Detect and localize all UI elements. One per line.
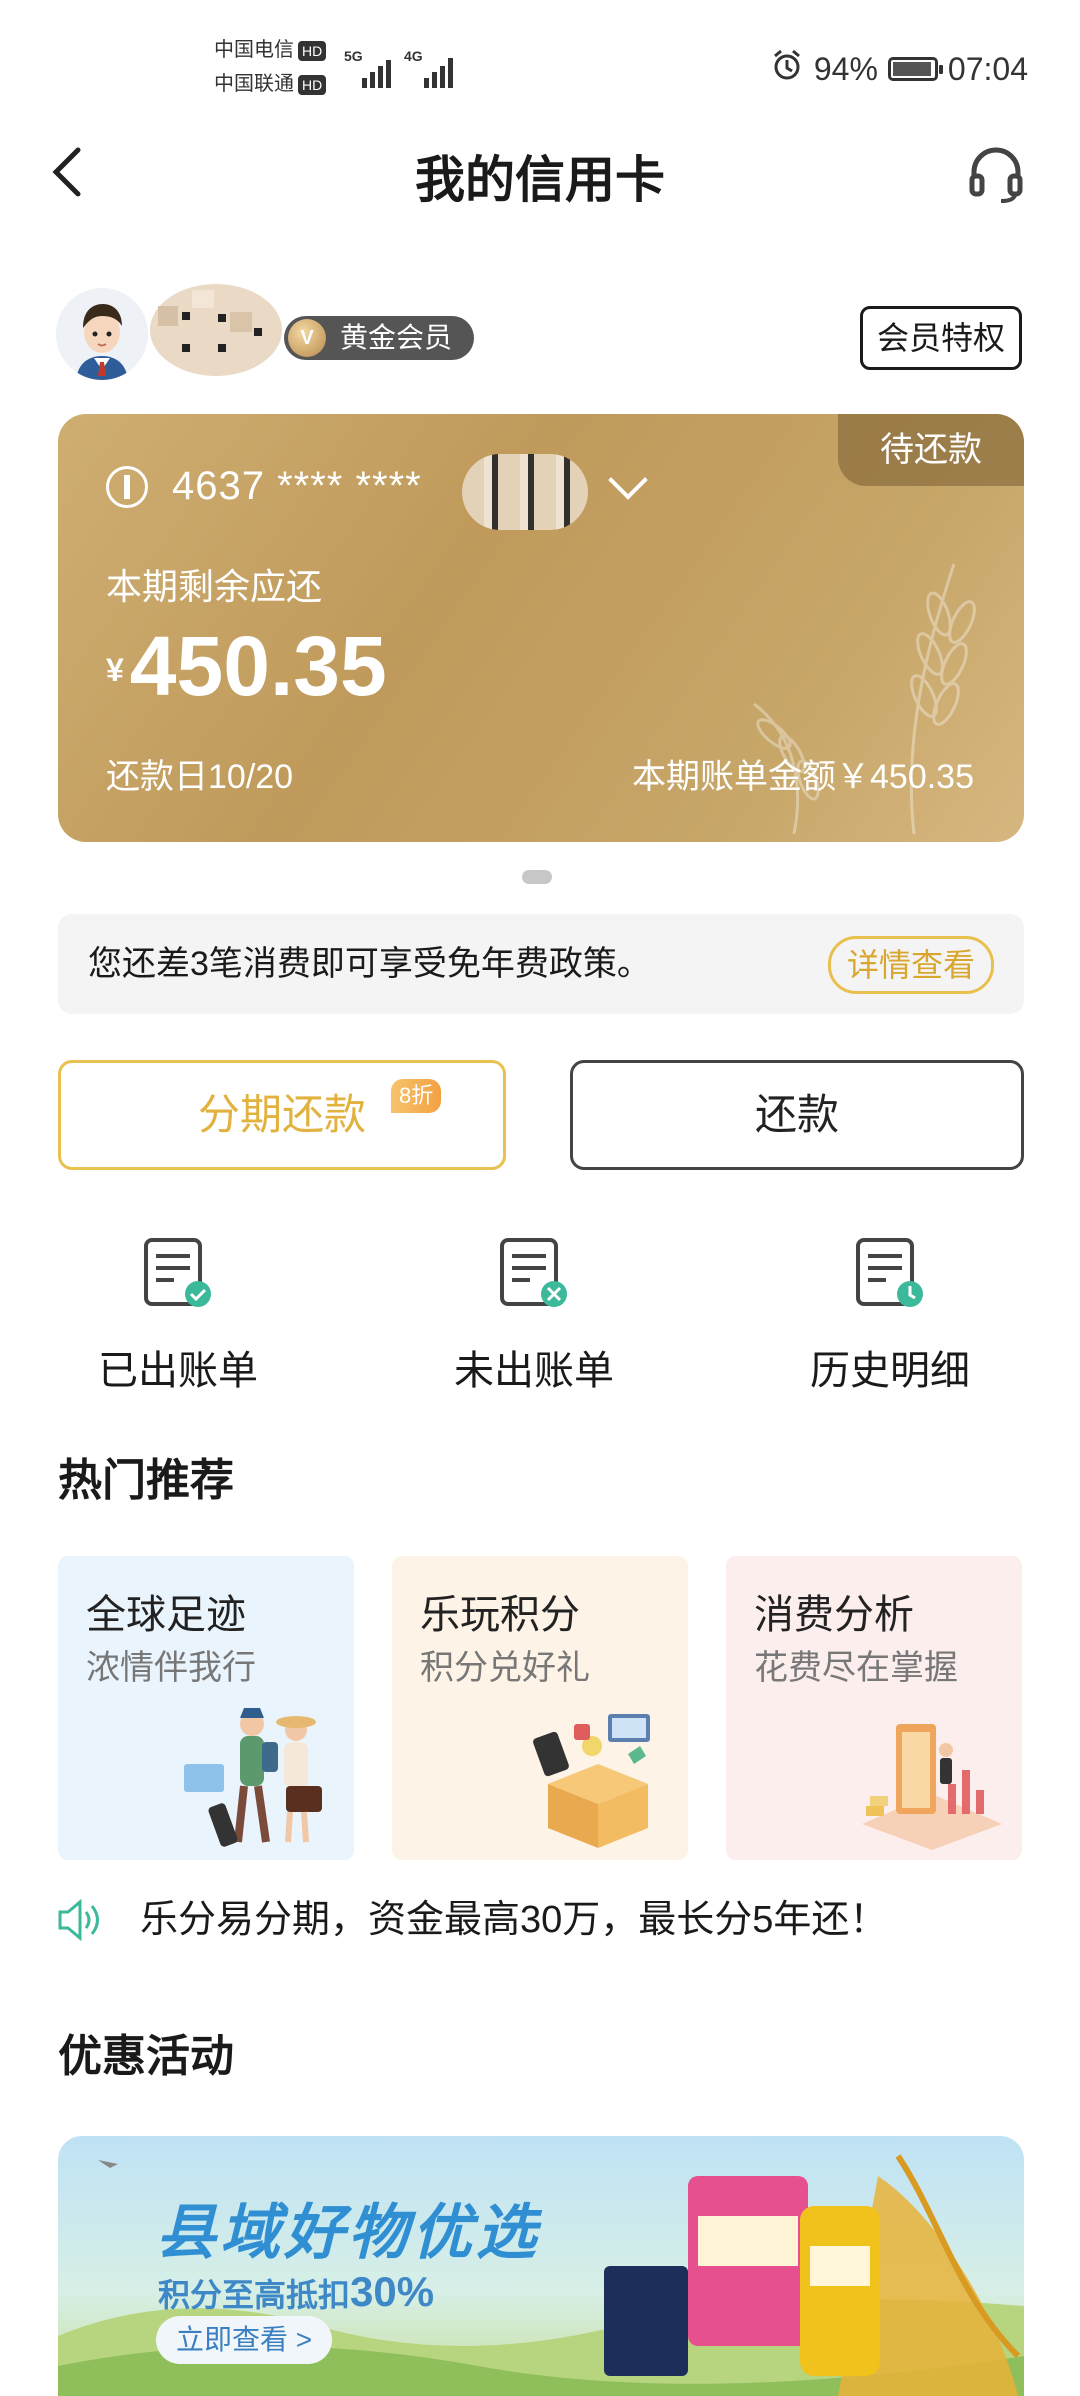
repay-button[interactable]: 还款 — [570, 1060, 1024, 1170]
quick-link-issued-bill[interactable]: 已出账单 — [28, 1234, 328, 1396]
quick-link-label: 已出账单 — [98, 1349, 258, 1393]
travelers-illustration-icon — [184, 1708, 322, 1847]
promo-card-global-footprint[interactable]: 全球足迹 浓情伴我行 — [58, 1556, 354, 1860]
remaining-label: 本期剩余应还 — [106, 566, 323, 607]
quick-link-label: 未出账单 — [454, 1349, 614, 1393]
mosaic-icon — [150, 284, 282, 376]
net-4g-label: 4G — [404, 48, 423, 64]
battery-icon — [887, 57, 943, 81]
remaining-amount-value: 450.35 — [129, 619, 387, 713]
member-privilege-button[interactable]: 会员特权 — [859, 306, 1022, 370]
currency-symbol: ¥ — [106, 652, 124, 688]
alarm-icon — [770, 48, 804, 90]
battery-percent: 94% — [813, 50, 878, 87]
promo-subtitle: 浓情伴我行 — [86, 1649, 256, 1687]
installment-repay-button[interactable]: 分期还款 8折 — [58, 1060, 506, 1170]
card-number-mosaic — [462, 454, 588, 530]
hd-badge-2: HD — [298, 75, 327, 95]
banner-subtitle-prefix: 积分至高抵扣 — [158, 2277, 351, 2313]
status-right: 94% 07:04 — [770, 48, 1028, 90]
hd-badge: HD — [298, 41, 327, 61]
carrier-1-name: 中国电信 — [214, 39, 294, 61]
promo-title: 全球足迹 — [86, 1593, 246, 1637]
section-title-hot: 热门推荐 — [58, 1456, 234, 1505]
history-icon — [850, 1234, 930, 1314]
view-details-button[interactable]: 详情查看 — [827, 936, 994, 994]
bank-logo-icon — [106, 465, 148, 508]
carousel-indicator — [522, 870, 552, 884]
quick-link-unissued-bill[interactable]: 未出账单 — [384, 1234, 684, 1396]
card-number: 4637 **** **** — [172, 464, 422, 508]
banner-subtitle: 积分至高抵扣30% — [158, 2268, 434, 2316]
analysis-illustration-icon — [862, 1724, 1002, 1850]
status-bar: 中国电信 HD 中国联通 HD 5G 4G 94% 07:04 — [0, 0, 1080, 130]
gift-box-illustration-icon — [533, 1714, 650, 1848]
customer-service-button[interactable] — [964, 142, 1028, 206]
quick-link-history[interactable]: 历史明细 — [740, 1234, 1040, 1396]
promo-subtitle: 花费尽在掌握 — [754, 1649, 958, 1687]
page-title: 我的信用卡 — [415, 152, 665, 208]
offer-banner[interactable]: 县域好物优选 积分至高抵扣30% 立即查看 > — [58, 2136, 1024, 2396]
carrier-2: 中国联通 HD — [214, 68, 327, 100]
headset-icon — [969, 147, 1023, 203]
user-avatar-icon — [56, 288, 148, 380]
promo-title: 乐玩积分 — [420, 1593, 580, 1637]
username-masked — [148, 282, 284, 378]
bill-issued-icon — [138, 1234, 218, 1314]
signal-5g-icon: 5G — [344, 48, 394, 88]
promo-subtitle: 积分兑好礼 — [420, 1649, 590, 1687]
avatar[interactable] — [56, 288, 148, 380]
due-date: 还款日10/20 — [106, 758, 294, 796]
announcement-ticker[interactable]: 乐分易分期，资金最高30万，最长分5年还！ — [56, 1892, 1036, 1948]
ticker-text: 乐分易分期，资金最高30万，最长分5年还！ — [140, 1899, 888, 1941]
net-5g-label: 5G — [344, 48, 363, 64]
notice-text: 您还差3笔消费即可享受免年费政策。 — [88, 945, 651, 983]
banner-subtitle-value: 30% — [350, 2268, 435, 2315]
status-tag: 待还款 — [838, 414, 1024, 486]
carrier-2-name: 中国联通 — [214, 73, 294, 95]
bill-amount: 本期账单金额￥450.35 — [632, 758, 974, 796]
promo-card-points[interactable]: 乐玩积分 积分兑好礼 — [392, 1556, 688, 1860]
quick-link-label: 历史明细 — [810, 1349, 970, 1393]
installment-label: 分期还款 — [197, 1091, 366, 1138]
chevron-down-icon[interactable] — [608, 460, 648, 500]
member-level-badge: V 黄金会员 — [284, 316, 475, 360]
section-title-offers: 优惠活动 — [58, 2032, 234, 2081]
promo-card-spending-analysis[interactable]: 消费分析 花费尽在掌握 — [726, 1556, 1022, 1860]
annual-fee-notice: 您还差3笔消费即可享受免年费政策。 详情查看 — [58, 914, 1024, 1014]
member-level-label: 黄金会员 — [340, 322, 453, 353]
speaker-icon — [58, 1898, 99, 1942]
remaining-amount: ¥450.35 — [106, 618, 387, 715]
discount-tag: 8折 — [391, 1079, 442, 1113]
signal-4g-icon: 4G — [404, 48, 460, 88]
banner-title: 县域好物优选 — [156, 2199, 540, 2266]
card-number-row[interactable]: 4637 **** **** — [106, 464, 422, 509]
vip-badge-icon: V — [288, 319, 326, 357]
credit-card-panel[interactable]: 待还款 4637 **** **** 本期剩余应还 ¥450.35 还款日10/… — [58, 414, 1024, 842]
carrier-1: 中国电信 HD — [214, 34, 327, 66]
clock: 07:04 — [947, 50, 1028, 87]
banner-view-button[interactable]: 立即查看 > — [156, 2316, 333, 2364]
bill-unissued-icon — [494, 1234, 574, 1314]
promo-title: 消费分析 — [754, 1593, 914, 1637]
